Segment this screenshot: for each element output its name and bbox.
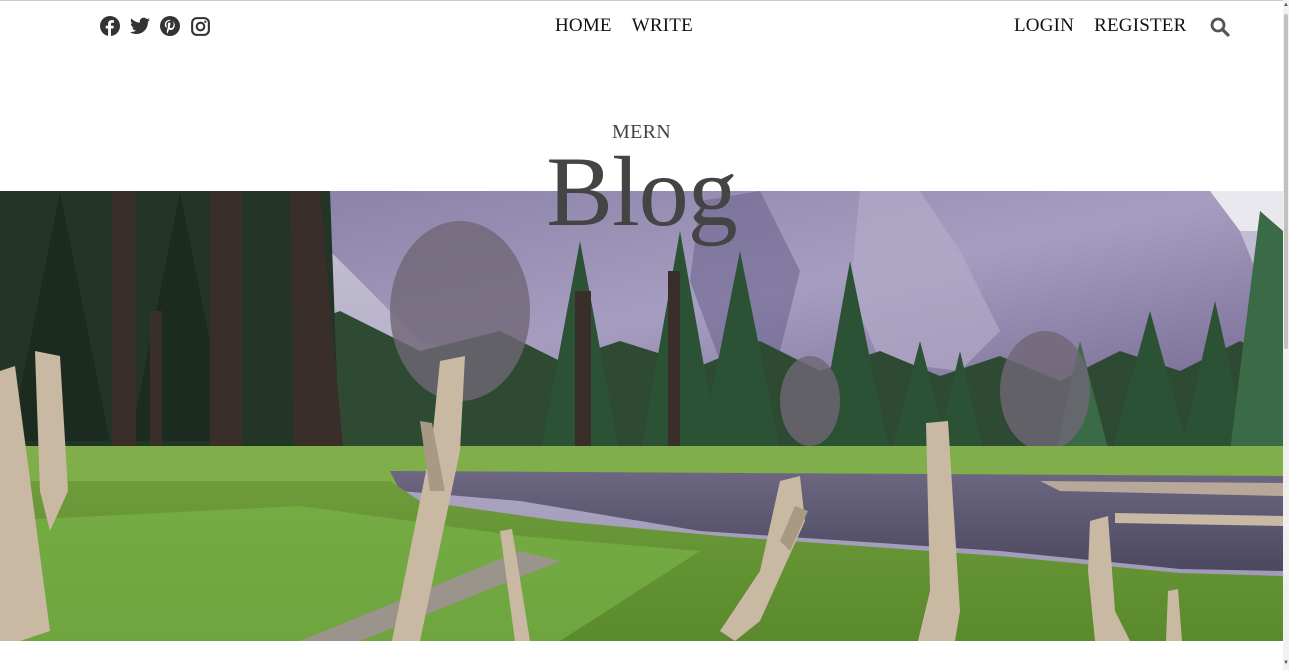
facebook-icon[interactable] [100,15,120,37]
twitter-icon[interactable] [130,15,150,37]
header-landscape-image [0,191,1283,641]
top-navbar: HOME WRITE LOGIN REGISTER [0,1,1283,51]
scroll-up-arrow-icon[interactable]: ▲ [1283,2,1289,10]
scrollbar-thumb[interactable] [1284,14,1288,349]
header-title-large: Blog [546,136,737,247]
search-icon[interactable] [1210,17,1230,37]
header-title: MERN Blog [0,118,1283,242]
auth-nav: LOGIN REGISTER [1014,15,1187,37]
nav-login-link[interactable]: LOGIN [1014,15,1074,37]
main-nav: HOME WRITE [555,15,693,37]
nav-register-link[interactable]: REGISTER [1094,15,1186,37]
social-icons [100,15,210,37]
scroll-down-arrow-icon[interactable]: ▼ [1283,660,1289,668]
pinterest-icon[interactable] [160,15,180,37]
nav-write-link[interactable]: WRITE [632,15,693,37]
instagram-icon[interactable] [190,15,210,37]
nav-home-link[interactable]: HOME [555,15,612,37]
